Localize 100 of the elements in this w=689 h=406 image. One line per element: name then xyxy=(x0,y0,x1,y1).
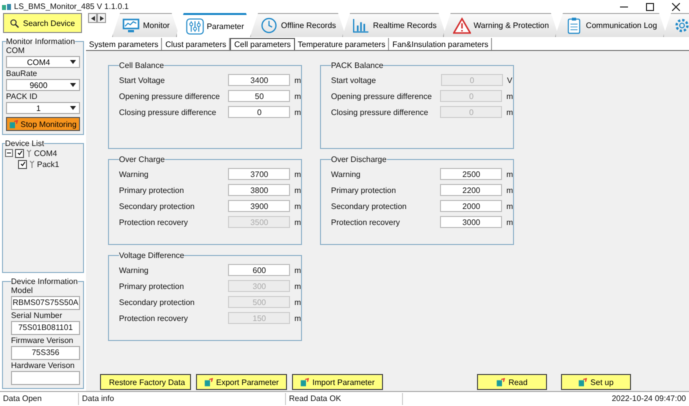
search-device-button[interactable]: Search Device xyxy=(3,13,82,33)
field-label: Opening pressure difference xyxy=(331,92,433,100)
tree-checkbox[interactable] xyxy=(18,160,27,168)
field-label: Model xyxy=(11,286,34,295)
window-title: LS_BMS_Monitor_485 V 1.1.0.1 xyxy=(14,2,129,11)
group-title: Voltage Difference xyxy=(119,251,184,260)
main-tab[interactable]: Realtime Records xyxy=(342,13,447,37)
unit-label: m xyxy=(506,218,513,226)
field-label: Serial Number xyxy=(11,311,64,320)
main-tab[interactable]: Warning & Protection xyxy=(442,13,559,37)
field-label: Warning xyxy=(119,170,150,178)
action-button[interactable]: Read xyxy=(477,374,547,390)
field-label: Secondary protection xyxy=(119,202,196,210)
value-field[interactable]: 2200 xyxy=(440,184,502,196)
unit-label: m xyxy=(294,186,301,194)
group-title: Cell Balance xyxy=(119,61,164,70)
unit-label: m xyxy=(294,202,301,210)
value-field[interactable]: 3000 xyxy=(440,216,502,228)
action-button[interactable]: Import Parameter xyxy=(292,374,383,390)
readonly-field: 75S01B081101 xyxy=(11,321,80,335)
main-tab[interactable]: Offline Records xyxy=(250,13,346,37)
action-button[interactable]: Restore Factory Data xyxy=(100,374,191,390)
scroll-right-button[interactable] xyxy=(97,13,106,23)
field-label: Primary protection xyxy=(119,282,185,290)
value-field[interactable]: 3700 xyxy=(228,168,290,180)
field-label: Start Voltage xyxy=(119,76,166,84)
field-label: Closing pressure difference xyxy=(119,108,218,116)
status-text: Data Open xyxy=(0,393,79,405)
dropdown-arrow-icon xyxy=(70,60,76,64)
tree-checkbox[interactable] xyxy=(15,148,24,158)
stop-icon xyxy=(9,120,18,128)
close-icon xyxy=(672,2,680,10)
action-button[interactable]: Export Parameter xyxy=(196,374,287,390)
field-label: Primary protection xyxy=(331,186,397,194)
value-field[interactable]: 600 xyxy=(228,264,290,276)
value-field[interactable]: 3400 xyxy=(228,74,290,86)
unit-label: m xyxy=(294,108,301,116)
main-tab[interactable]: Monitor xyxy=(112,13,180,37)
action-button[interactable]: Set up xyxy=(561,374,631,390)
group-title: Monitor Information xyxy=(6,37,75,46)
maximize-icon xyxy=(646,2,654,10)
settings-icon xyxy=(673,17,689,34)
field-label: Warning xyxy=(119,266,150,274)
unit-label: m xyxy=(294,76,301,84)
field-label: Firmware Verison xyxy=(11,336,74,345)
scroll-left-button[interactable] xyxy=(88,13,97,23)
readonly-field xyxy=(11,371,80,385)
unit-label: m xyxy=(294,266,301,274)
status-text: Data info xyxy=(79,393,286,405)
right-arrow-icon xyxy=(100,16,104,20)
stop-monitoring-button[interactable]: Stop Monitoring xyxy=(6,117,80,131)
field-label: Secondary protection xyxy=(331,202,408,210)
antenna-icon xyxy=(26,149,32,157)
group-title: PACK Balance xyxy=(331,61,384,70)
group-title: Over Discharge xyxy=(331,155,387,164)
unit-label: m xyxy=(294,218,301,226)
document-icon xyxy=(578,378,588,386)
tree-item[interactable]: Pack1 xyxy=(37,160,60,168)
dropdown[interactable]: COM4 xyxy=(6,56,80,68)
unit-label: m xyxy=(506,186,513,194)
dropdown[interactable]: 1 xyxy=(6,102,80,114)
clock-icon xyxy=(260,17,278,34)
group-title: Device List xyxy=(5,139,44,148)
value-field[interactable]: 2500 xyxy=(440,168,502,180)
field-label: PACK ID xyxy=(6,92,38,101)
sub-tab[interactable]: Temperature parameters xyxy=(294,38,390,50)
app-icon xyxy=(2,2,11,10)
value-field[interactable]: 0 xyxy=(228,106,290,118)
dropdown[interactable]: 9600 xyxy=(6,79,80,91)
value-field[interactable]: 50 xyxy=(228,90,290,102)
sliders-icon xyxy=(186,18,204,34)
value-field[interactable]: 2000 xyxy=(440,200,502,212)
sub-tab[interactable]: System parameters xyxy=(86,38,162,50)
sub-tab[interactable]: Cell parameters xyxy=(230,38,295,50)
bar-chart-icon xyxy=(352,17,370,34)
unit-label: m xyxy=(294,298,301,306)
antenna-icon xyxy=(29,160,35,168)
group-title: Device Information xyxy=(11,277,78,286)
monitor-icon xyxy=(122,17,140,34)
document-icon xyxy=(496,378,506,386)
document-icon xyxy=(204,378,214,386)
field-label: Primary protection xyxy=(119,186,185,194)
field-label: Hardware Verison xyxy=(11,361,76,370)
main-tab[interactable]: Communication Log xyxy=(554,13,668,37)
tree-item[interactable]: COM4 xyxy=(34,148,58,158)
unit-label: m xyxy=(294,170,301,178)
status-text: Read Data OK xyxy=(286,393,403,405)
dropdown-arrow-icon xyxy=(70,106,76,110)
field-label: Protection recovery xyxy=(331,218,401,226)
value-field[interactable]: 3900 xyxy=(228,200,290,212)
value-field[interactable]: 3800 xyxy=(228,184,290,196)
search-icon xyxy=(10,18,19,28)
collapse-toggle[interactable] xyxy=(5,149,13,157)
field-label: Protection recovery xyxy=(119,218,189,226)
field-label: Protection recovery xyxy=(119,314,189,322)
dropdown-arrow-icon xyxy=(70,83,76,87)
unit-label: m xyxy=(294,282,301,290)
unit-label: V xyxy=(507,76,512,84)
unit-label: m xyxy=(294,314,301,322)
field-label: Opening pressure difference xyxy=(119,92,221,100)
